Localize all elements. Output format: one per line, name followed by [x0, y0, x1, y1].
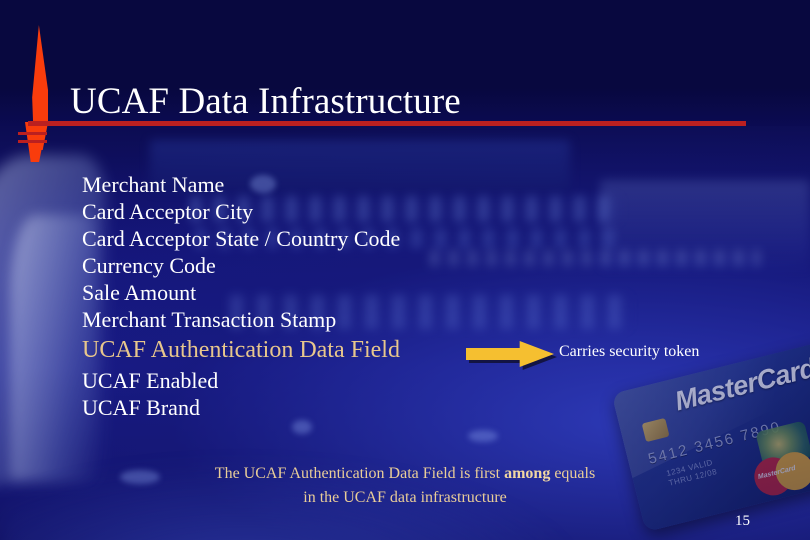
- caption-line-1-after: equals: [550, 465, 596, 482]
- page-number: 15: [735, 513, 750, 529]
- accent-tick-bar: [18, 140, 47, 143]
- caption-line-1-before: The UCAF Authentication Data Field is fi…: [214, 465, 505, 482]
- accent-tick-bar: [18, 132, 47, 135]
- page-title: UCAF Data Infrastructure: [70, 81, 461, 122]
- slide: UCAF Data Infrastructure Merchant Name C…: [0, 0, 810, 540]
- background-speck: [292, 420, 312, 434]
- list-item: Merchant Name: [82, 172, 225, 197]
- field-list: Merchant Name Card Acceptor City Card Ac…: [82, 171, 702, 421]
- list-item: Card Acceptor City: [82, 199, 254, 224]
- list-item: Card Acceptor State / Country Code: [82, 226, 401, 251]
- caption-emphasis: among: [504, 465, 551, 482]
- callout-label: Carries security token: [559, 343, 700, 360]
- list-item: Merchant Transaction Stamp: [82, 307, 337, 332]
- right-arrow-icon: [466, 341, 557, 370]
- list-item: Sale Amount: [82, 280, 197, 305]
- list-item: UCAF Enabled: [82, 368, 219, 393]
- list-item: Currency Code: [82, 253, 216, 278]
- list-item: UCAF Brand: [82, 395, 200, 420]
- background-speck: [468, 430, 498, 442]
